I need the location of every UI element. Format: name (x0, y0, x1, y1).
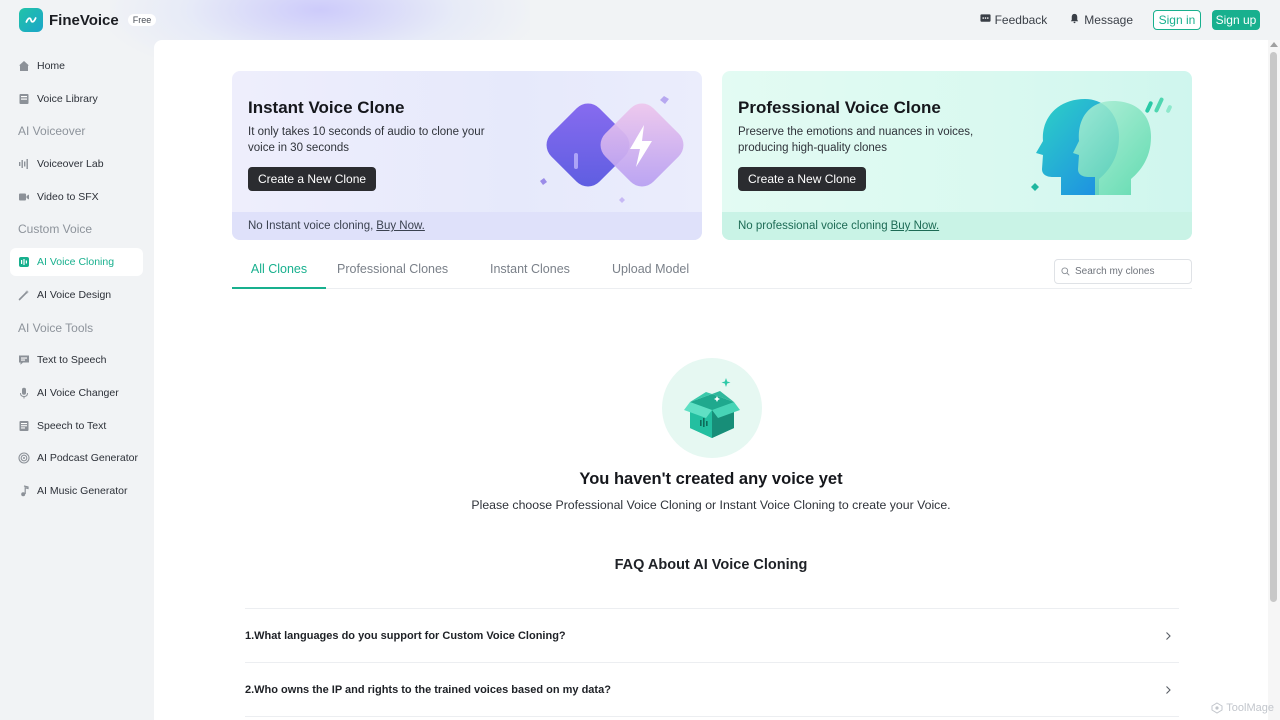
library-icon (18, 93, 30, 105)
sidebar-item-label: Speech to Text (37, 419, 107, 432)
instant-card-footer: No Instant voice cloning, Buy Now. (232, 212, 702, 240)
faq-item[interactable]: 2.Who owns the IP and rights to the trai… (245, 662, 1179, 716)
sidebar-item-label: AI Podcast Generator (37, 452, 138, 465)
sidebar-item-label: AI Voice Cloning (37, 256, 115, 269)
sidebar-item-video-to-sfx[interactable]: Video to SFX (10, 183, 143, 211)
clone-tabs: All Clones Professional Clones Instant C… (232, 258, 1192, 289)
chevron-right-icon (1166, 685, 1171, 694)
pro-create-clone-button[interactable]: Create a New Clone (738, 167, 867, 191)
sidebar-item-label: Voice Library (37, 92, 98, 105)
empty-state-description: Please choose Professional Voice Cloning… (471, 498, 951, 512)
sign-in-button[interactable]: Sign in (1153, 10, 1201, 30)
faq-divider (245, 716, 1179, 717)
podcast-icon (18, 452, 30, 464)
instant-buy-now-link[interactable]: Buy Now. (376, 220, 425, 232)
document-icon (18, 420, 30, 432)
empty-state-illustration (662, 358, 762, 458)
tab-upload-model[interactable]: Upload Model (612, 262, 689, 289)
sidebar-item-home[interactable]: Home (10, 52, 143, 80)
feedback-label: Feedback (994, 13, 1048, 27)
empty-state-title: You haven't created any voice yet (579, 470, 843, 488)
instant-footer-text: No Instant voice cloning, (248, 220, 374, 232)
sidebar-item-ai-podcast-generator[interactable]: AI Podcast Generator (10, 444, 143, 472)
pro-footer-text: No professional voice cloning (738, 220, 888, 232)
watermark-logo-icon (1211, 702, 1223, 714)
faq-title: FAQ About AI Voice Cloning (614, 557, 808, 573)
feedback-icon (980, 13, 991, 27)
sign-up-button[interactable]: Sign up (1212, 10, 1260, 30)
sidebar-item-voice-library[interactable]: Voice Library (10, 85, 143, 113)
sidebar-item-label: AI Music Generator (37, 484, 128, 497)
tab-all-clones[interactable]: All Clones (232, 262, 326, 289)
sidebar-item-voiceover-lab[interactable]: Voiceover Lab (10, 150, 143, 178)
voice-clone-icon (18, 256, 30, 268)
app-name: FineVoice (49, 11, 119, 29)
feedback-link[interactable]: Feedback (980, 13, 1048, 27)
video-icon (18, 191, 30, 203)
sidebar: Home Voice Library AI Voiceover Voiceove… (10, 52, 143, 510)
sidebar-item-label: Video to SFX (37, 190, 99, 203)
magic-wand-icon (18, 289, 30, 301)
faq-question: 1.What languages do you support for Cust… (245, 629, 566, 642)
sidebar-item-label: AI Voice Changer (37, 386, 119, 399)
chevron-right-icon (1166, 631, 1171, 640)
sidebar-item-label: Voiceover Lab (37, 158, 104, 171)
sidebar-section-ai-voice-tools: AI Voice Tools (18, 320, 94, 335)
sidebar-section-custom-voice: Custom Voice (18, 222, 93, 237)
sidebar-item-speech-to-text[interactable]: Speech to Text (10, 412, 143, 440)
instant-clone-illustration-icon (540, 96, 684, 203)
watermark-text: ToolMage (1226, 702, 1274, 714)
sidebar-item-ai-voice-cloning[interactable]: AI Voice Cloning (10, 248, 143, 277)
sidebar-item-ai-voice-changer[interactable]: AI Voice Changer (10, 379, 143, 407)
tab-instant-clones[interactable]: Instant Clones (490, 262, 570, 289)
faq-question: 2.Who owns the IP and rights to the trai… (245, 683, 611, 696)
music-note-icon (18, 485, 30, 497)
logo-icon (19, 8, 43, 32)
instant-card-title: Instant Voice Clone (248, 98, 405, 117)
scrollbar-thumb[interactable] (1270, 52, 1277, 602)
page-scrollbar[interactable] (1268, 40, 1280, 720)
app-logo[interactable]: FineVoice Free (19, 8, 157, 32)
faq-item[interactable]: 1.What languages do you support for Cust… (245, 608, 1179, 662)
search-icon (1061, 263, 1075, 281)
main-panel: Instant Voice Clone It only takes 10 sec… (154, 40, 1268, 720)
sidebar-item-label: AI Voice Design (37, 288, 112, 301)
message-label: Message (1084, 13, 1133, 27)
pro-buy-now-link[interactable]: Buy Now. (891, 220, 940, 232)
bell-icon (1069, 13, 1080, 27)
tab-professional-clones[interactable]: Professional Clones (337, 262, 448, 289)
pro-card-description: Preserve the emotions and nuances in voi… (738, 126, 974, 154)
pro-card-title: Professional Voice Clone (738, 98, 941, 117)
sidebar-section-ai-voiceover: AI Voiceover (18, 124, 86, 139)
instant-card-description: It only takes 10 seconds of audio to clo… (248, 126, 485, 154)
sidebar-item-label: Home (37, 60, 66, 72)
home-icon (18, 60, 30, 72)
text-speech-icon (18, 354, 30, 366)
empty-box-icon (684, 378, 740, 438)
search-input[interactable] (1075, 266, 1185, 277)
sidebar-item-ai-music-generator[interactable]: AI Music Generator (10, 477, 143, 505)
pro-card-footer: No professional voice cloning Buy Now. (722, 212, 1192, 240)
search-box[interactable] (1054, 259, 1192, 284)
microphone-icon (18, 387, 30, 399)
sidebar-item-label: Text to Speech (37, 354, 107, 367)
message-link[interactable]: Message (1069, 13, 1133, 27)
sidebar-item-ai-voice-design[interactable]: AI Voice Design (10, 281, 143, 309)
header-actions: Feedback Message Sign in Sign up (980, 10, 1260, 30)
instant-create-clone-button[interactable]: Create a New Clone (248, 167, 377, 191)
plan-badge: Free (127, 14, 157, 26)
instant-voice-clone-card: Instant Voice Clone It only takes 10 sec… (232, 71, 702, 240)
professional-clone-illustration-icon (1031, 97, 1172, 195)
waveform-icon (18, 158, 30, 170)
watermark: ToolMage (1211, 702, 1274, 714)
scroll-up-arrow-icon[interactable] (1270, 42, 1278, 47)
sidebar-item-text-to-speech[interactable]: Text to Speech (10, 346, 143, 374)
professional-voice-clone-card: Professional Voice Clone Preserve the em… (722, 71, 1192, 240)
